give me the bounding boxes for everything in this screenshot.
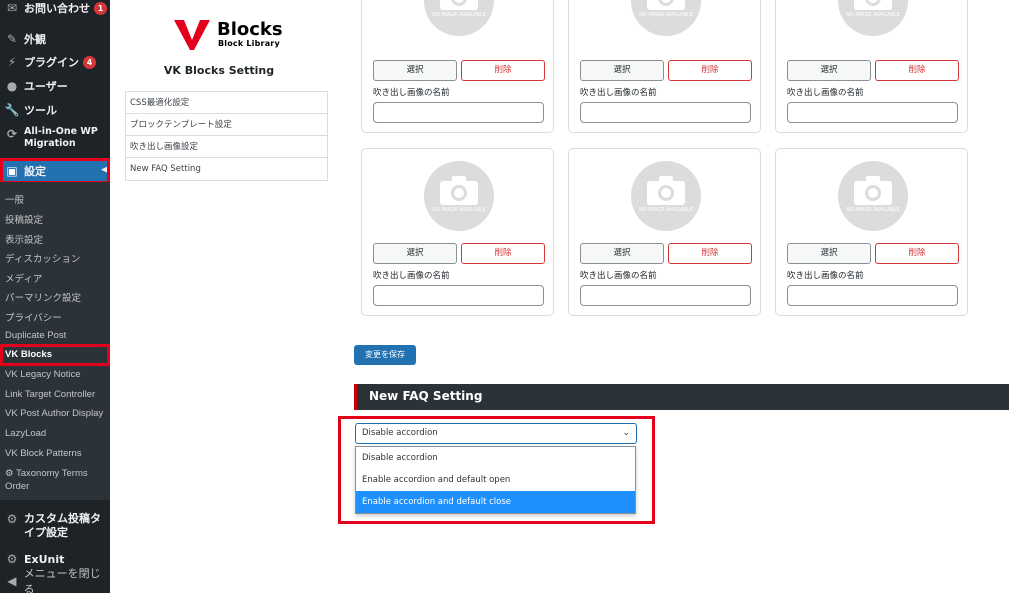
sidebar-item-users[interactable]: ● ユーザー <box>0 77 110 95</box>
no-image-placeholder: NO IMAGE AVAILABLE <box>424 161 494 231</box>
submenu-link-target[interactable]: Link Target Controller <box>5 389 95 400</box>
vk-logo-icon <box>174 19 210 50</box>
balloon-card: NO IMAGE AVAILABLE 選択 削除 吹き出し画像の名前 <box>361 0 554 133</box>
nav-block-template[interactable]: ブロックテンプレート設定 <box>126 114 327 136</box>
camera-icon <box>440 176 478 205</box>
submenu-block-patterns[interactable]: VK Block Patterns <box>5 448 82 459</box>
name-input[interactable] <box>787 285 958 306</box>
camera-icon <box>854 0 892 10</box>
name-input[interactable] <box>787 102 958 123</box>
select-button[interactable]: 選択 <box>580 60 664 81</box>
name-input[interactable] <box>373 285 544 306</box>
select-button[interactable]: 選択 <box>580 243 664 264</box>
users-icon: ● <box>6 79 18 93</box>
logo-title: Blocks <box>217 19 283 40</box>
submenu-duplicate-post[interactable]: Duplicate Post <box>5 330 66 341</box>
select-button[interactable]: 選択 <box>373 243 457 264</box>
no-image-placeholder: NO IMAGE AVAILABLE <box>424 0 494 36</box>
submenu-reading[interactable]: 表示設定 <box>5 232 43 246</box>
name-label: 吹き出し画像の名前 <box>373 88 450 98</box>
save-button[interactable]: 変更を保存 <box>354 345 416 365</box>
submenu-media[interactable]: メディア <box>5 271 42 285</box>
migration-icon: ⟳ <box>6 127 18 141</box>
submenu-discussion[interactable]: ディスカッション <box>5 251 80 265</box>
submenu-lazyload[interactable]: LazyLoad <box>5 428 46 439</box>
balloon-card: NO IMAGE AVAILABLE 選択 削除 吹き出し画像の名前 <box>775 148 968 316</box>
no-image-placeholder: NO IMAGE AVAILABLE <box>838 0 908 36</box>
wrench-icon: 🔧 <box>4 103 20 117</box>
camera-icon <box>647 176 685 205</box>
name-label: 吹き出し画像の名前 <box>787 88 864 98</box>
dropdown-highlight <box>338 416 655 524</box>
submenu-post-author[interactable]: VK Post Author Display <box>5 408 103 419</box>
sidebar-item-appearance[interactable]: ✎ 外観 <box>0 30 110 48</box>
plugins-badge: 4 <box>83 55 96 69</box>
collapse-icon: ◀ <box>7 574 17 588</box>
name-label: 吹き出し画像の名前 <box>787 271 864 281</box>
camera-icon <box>440 0 478 10</box>
submenu-privacy[interactable]: プライバシー <box>5 310 62 324</box>
settings-highlight <box>0 158 110 184</box>
nav-new-faq[interactable]: New FAQ Setting <box>126 158 327 180</box>
delete-button[interactable]: 削除 <box>461 60 545 81</box>
name-input[interactable] <box>580 102 751 123</box>
submenu-permalink[interactable]: パーマリンク設定 <box>5 290 81 304</box>
settings-nav: CSS最適化設定 ブロックテンプレート設定 吹き出し画像設定 New FAQ S… <box>125 91 328 181</box>
gear-icon: ⚙ <box>6 512 18 526</box>
delete-button[interactable]: 削除 <box>875 60 959 81</box>
delete-button[interactable]: 削除 <box>461 243 545 264</box>
nav-balloon-image[interactable]: 吹き出し画像設定 <box>126 136 327 158</box>
name-label: 吹き出し画像の名前 <box>580 271 657 281</box>
select-button[interactable]: 選択 <box>373 60 457 81</box>
page-title: VK Blocks Setting <box>163 64 275 77</box>
no-image-placeholder: NO IMAGE AVAILABLE <box>838 161 908 231</box>
sidebar-item-cpt[interactable]: ⚙ カスタム投稿タイプ設定 <box>0 512 110 542</box>
no-image-placeholder: NO IMAGE AVAILABLE <box>631 0 701 36</box>
collapse-menu[interactable]: ◀ メニューを閉じる <box>0 567 110 593</box>
admin-sidebar: ✉ お問い合わせ 1 ✎ 外観 ⚡ プラグイン 4 ● ユーザー 🔧 ツール ⟳… <box>0 0 110 593</box>
mail-icon: ✉ <box>6 1 18 15</box>
submenu-writing[interactable]: 投稿設定 <box>5 212 43 226</box>
logo-subtitle: Block Library <box>218 39 280 48</box>
name-label: 吹き出し画像の名前 <box>580 88 657 98</box>
delete-button[interactable]: 削除 <box>668 60 752 81</box>
camera-icon <box>647 0 685 10</box>
balloon-card: NO IMAGE AVAILABLE 選択 削除 吹き出し画像の名前 <box>361 148 554 316</box>
sidebar-item-tools[interactable]: 🔧 ツール <box>0 101 110 119</box>
gear-icon: ⚙ <box>5 468 16 479</box>
sidebar-item-contact[interactable]: ✉ お問い合わせ 1 <box>0 0 110 16</box>
camera-icon <box>854 176 892 205</box>
balloon-card: NO IMAGE AVAILABLE 選択 削除 吹き出し画像の名前 <box>775 0 968 133</box>
sidebar-item-migration[interactable]: ⟳ All-in-One WP Migration <box>0 126 110 156</box>
main-content: Blocks Block Library VK Blocks Setting C… <box>110 0 1024 593</box>
no-image-placeholder: NO IMAGE AVAILABLE <box>631 161 701 231</box>
name-input[interactable] <box>580 285 751 306</box>
submenu-general[interactable]: 一般 <box>5 192 24 206</box>
paintbrush-icon: ✎ <box>6 32 18 46</box>
select-button[interactable]: 選択 <box>787 243 871 264</box>
gear-icon: ⚙ <box>6 552 18 566</box>
submenu-taxonomy-order[interactable]: ⚙ Taxonomy Terms Order <box>5 467 100 493</box>
settings-submenu: 一般 投稿設定 表示設定 ディスカッション メディア パーマリンク設定 プライバ… <box>0 182 110 500</box>
balloon-card: NO IMAGE AVAILABLE 選択 削除 吹き出し画像の名前 <box>568 148 761 316</box>
faq-section-header: New FAQ Setting <box>354 384 1009 410</box>
select-button[interactable]: 選択 <box>787 60 871 81</box>
submenu-vk-legacy-notice[interactable]: VK Legacy Notice <box>5 369 81 380</box>
plugin-icon: ⚡ <box>7 55 17 69</box>
delete-button[interactable]: 削除 <box>875 243 959 264</box>
sidebar-item-plugins[interactable]: ⚡ プラグイン 4 <box>0 53 110 71</box>
delete-button[interactable]: 削除 <box>668 243 752 264</box>
contact-badge: 1 <box>94 1 107 15</box>
name-label: 吹き出し画像の名前 <box>373 271 450 281</box>
nav-css-optimize[interactable]: CSS最適化設定 <box>126 92 327 114</box>
name-input[interactable] <box>373 102 544 123</box>
balloon-card: NO IMAGE AVAILABLE 選択 削除 吹き出し画像の名前 <box>568 0 761 133</box>
vk-blocks-highlight <box>0 344 110 366</box>
